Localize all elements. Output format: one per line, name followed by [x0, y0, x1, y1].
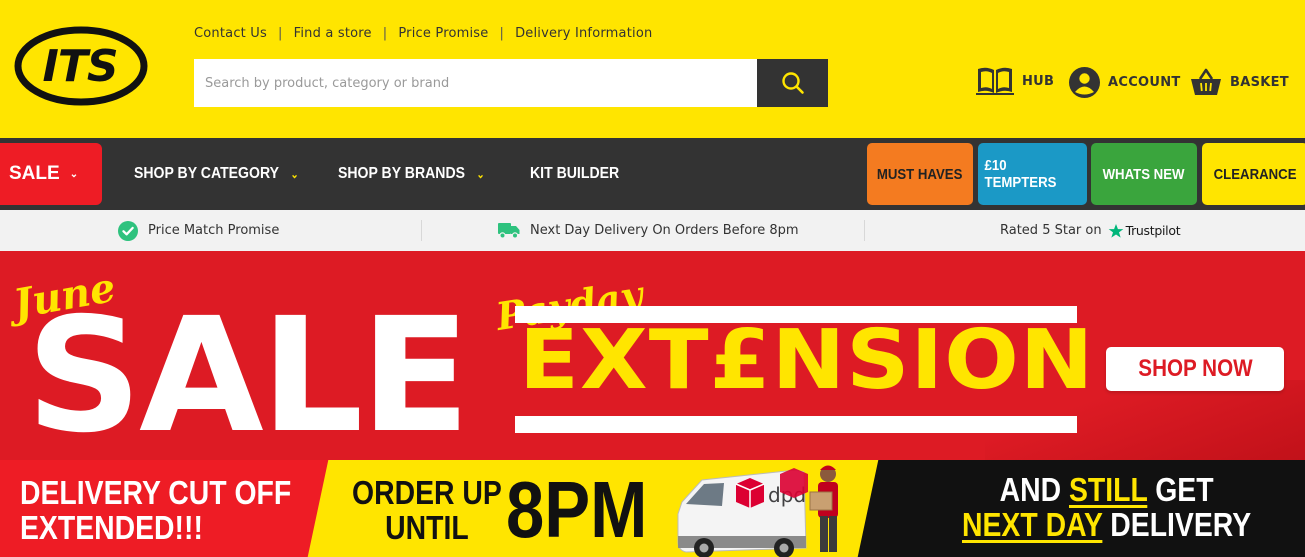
order-until-text: ORDER UP UNTIL — [352, 474, 502, 546]
nav-sale-label: SALE — [9, 163, 60, 184]
search-icon — [781, 72, 804, 94]
banner-extension-heading: EXT£NSION — [519, 313, 1095, 408]
nav-kit-builder[interactable]: KIT BUILDER — [530, 138, 619, 210]
usp-trustpilot[interactable]: Rated 5 Star on Trustpilot — [1000, 210, 1181, 251]
delivery-cutoff-line-1: DELIVERY CUT OFF — [20, 474, 292, 511]
nav-shop-by-brands-label: SHOP BY BRANDS — [338, 165, 466, 182]
still-next-day-line-1: AND STILL GET — [962, 471, 1251, 508]
text-highlight: STILL — [1068, 471, 1148, 508]
text-fragment: GET — [1147, 471, 1214, 508]
link-separator: | — [499, 26, 505, 41]
search-input[interactable] — [194, 59, 757, 107]
must-haves-button[interactable]: MUST HAVES — [867, 143, 973, 205]
whats-new-button[interactable]: WHATS NEW — [1091, 143, 1197, 205]
clearance-label: CLEARANCE — [1213, 165, 1297, 183]
text-highlight: NEXT DAY — [962, 505, 1103, 543]
basket-link[interactable]: BASKET — [1190, 68, 1289, 97]
trustpilot-wordmark: Trustpilot — [1125, 223, 1181, 238]
cutoff-time: 8PM — [506, 465, 648, 554]
still-next-day-text: AND STILL GET NEXT DAY DELIVERY — [962, 471, 1252, 543]
must-haves-label: MUST HAVES — [877, 165, 963, 183]
usp-next-day-label: Next Day Delivery On Orders Before 8pm — [530, 223, 799, 238]
usp-divider — [421, 220, 422, 241]
usp-divider — [864, 220, 865, 241]
chevron-down-icon: ⌄ — [476, 168, 485, 181]
nav-kit-builder-label: KIT BUILDER — [530, 165, 620, 182]
still-next-day-line-2: NEXT DAY DELIVERY — [962, 505, 1252, 543]
usp-next-day: Next Day Delivery On Orders Before 8pm — [498, 210, 799, 251]
search-button[interactable] — [757, 59, 828, 107]
tempters-button[interactable]: £10 TEMPTERS — [978, 143, 1087, 205]
top-links: Contact Us | Find a store | Price Promis… — [194, 26, 652, 41]
basket-icon — [1191, 68, 1221, 95]
nav-shop-by-category[interactable]: SHOP BY CATEGORY ⌄ — [134, 138, 299, 210]
price-promise-link[interactable]: Price Promise — [398, 26, 488, 41]
usp-rated-label: Rated 5 Star on — [1000, 223, 1102, 238]
its-logo[interactable]: ITS — [14, 26, 148, 106]
chevron-down-icon: ⌄ — [290, 168, 299, 181]
usp-strip: Price Match Promise Next Day Delivery On… — [0, 210, 1305, 251]
tempters-label: £10 TEMPTERS — [984, 157, 1057, 191]
search-bar — [194, 59, 828, 107]
text-fragment: DELIVERY — [1102, 505, 1252, 543]
chevron-down-icon: ⌄ — [69, 168, 79, 180]
main-navigation: SALE ⌄ SHOP BY CATEGORY ⌄ SHOP BY BRANDS… — [0, 138, 1305, 210]
text-fragment: AND — [999, 471, 1069, 508]
link-separator: | — [278, 26, 283, 41]
trustpilot-logo: Trustpilot — [1108, 223, 1181, 239]
clearance-button[interactable]: CLEARANCE — [1202, 143, 1305, 205]
nav-shop-by-category-label: SHOP BY CATEGORY — [134, 165, 280, 182]
shop-now-button[interactable]: SHOP NOW — [1106, 347, 1284, 391]
contact-us-link[interactable]: Contact Us — [194, 26, 267, 41]
delivery-cutoff-line-2: EXTENDED!!! — [20, 508, 203, 546]
link-separator: | — [382, 26, 388, 41]
svg-text:ITS: ITS — [42, 41, 117, 92]
banner-sale-heading: SALE — [26, 284, 470, 460]
delivery-cutoff-banner[interactable]: DELIVERY CUT OFF EXTENDED!!! ORDER UP UN… — [0, 460, 1305, 557]
hub-link[interactable]: HUB — [976, 66, 1054, 96]
book-icon — [976, 67, 1014, 95]
user-icon — [1069, 67, 1100, 98]
delivery-information-link[interactable]: Delivery Information — [515, 26, 652, 41]
find-a-store-link[interactable]: Find a store — [294, 26, 372, 41]
whats-new-label: WHATS NEW — [1103, 165, 1185, 183]
basket-label: BASKET — [1230, 75, 1289, 90]
banner-rule-bottom — [515, 416, 1077, 433]
order-until-line-1: ORDER UP — [352, 474, 502, 511]
shop-now-label: SHOP NOW — [1137, 355, 1253, 382]
check-circle-icon — [118, 220, 138, 241]
nav-shop-by-brands[interactable]: SHOP BY BRANDS ⌄ — [338, 138, 485, 210]
usp-price-match-label: Price Match Promise — [148, 223, 280, 238]
dpd-van-image: dpd — [677, 465, 838, 557]
nav-sale[interactable]: SALE ⌄ — [0, 143, 102, 205]
order-until-line-2: UNTIL — [385, 508, 469, 546]
delivery-cutoff-text: DELIVERY CUT OFF EXTENDED!!! — [20, 474, 292, 546]
account-label: ACCOUNT — [1108, 75, 1181, 90]
usp-price-match: Price Match Promise — [118, 210, 279, 251]
account-link[interactable]: ACCOUNT — [1069, 67, 1181, 98]
star-icon — [1108, 223, 1123, 238]
banner-extension-block: EXT£NSION — [515, 306, 1093, 433]
site-header: ITS Contact Us | Find a store | Price Pr… — [0, 0, 1305, 138]
truck-icon — [498, 223, 520, 239]
june-sale-banner[interactable]: June SALE Payday EXT£NSION SHOP NOW — [0, 251, 1305, 460]
hub-label: HUB — [1022, 73, 1055, 89]
